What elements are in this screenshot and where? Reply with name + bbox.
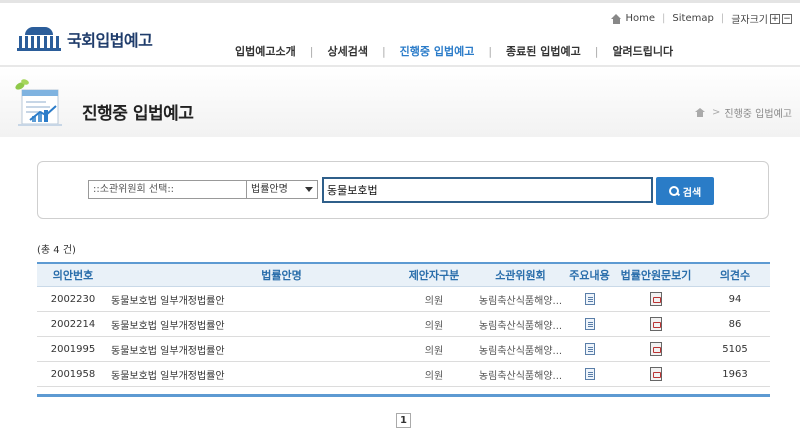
proposer: 의원: [424, 370, 444, 382]
utility-menu: Home | Sitemap | 글자크기 + −: [611, 11, 792, 26]
font-size-label: 글자크기: [731, 15, 768, 26]
table-bottom-rule: [37, 394, 770, 397]
proposer: 의원: [424, 345, 444, 357]
search-field-select-value: 법률안명: [251, 184, 288, 195]
document-chart-icon: [15, 79, 62, 126]
assembly-building-icon: [17, 27, 61, 51]
nav-item-ongoing[interactable]: 진행중 입법예고: [386, 43, 489, 59]
site-header: 국회입법예고 Home | Sitemap | 글자크기 + − 입법예고소개 …: [0, 3, 800, 65]
search-input[interactable]: [322, 177, 653, 203]
search-icon: [668, 185, 680, 197]
committee: 농림축산식품해양...: [478, 295, 563, 307]
results-table: 의안번호 법률안명 제안자구분 소관위원회 주요내용 법률안원문보기 의견수 2…: [37, 262, 770, 397]
page-title-band: 진행중 입법예고 > 진행중 입법예고: [0, 67, 800, 137]
sitemap-link[interactable]: Sitemap: [672, 13, 713, 24]
page-title: 진행중 입법예고: [82, 104, 194, 124]
opinion-count: 5105: [722, 343, 748, 355]
breadcrumb: > 진행중 입법예고: [695, 105, 792, 120]
bill-no: 2002214: [50, 318, 96, 330]
font-zoom-in-button[interactable]: +: [770, 13, 780, 24]
table-row[interactable]: 2002230 동물보호법 일부개정법률안 의원 농림축산식품해양... 94: [37, 287, 770, 312]
committee: 농림축산식품해양...: [478, 320, 563, 332]
opinion-count: 86: [728, 318, 742, 330]
nav-item-notice[interactable]: 알려드립니다: [598, 43, 687, 59]
logo-text: 국회입법예고: [67, 31, 153, 50]
proposer: 의원: [424, 295, 444, 307]
bill-title-link[interactable]: 동물보호법 일부개정법률안: [109, 367, 394, 382]
summary-doc-icon[interactable]: [584, 293, 595, 305]
col-summary: 주요내용: [569, 269, 610, 282]
nav-item-closed[interactable]: 종료된 입법예고: [492, 43, 595, 59]
nav-item-detail-search[interactable]: 상세검색: [313, 43, 381, 59]
committee: 농림축산식품해양...: [478, 345, 563, 357]
bill-no: 2001995: [50, 343, 96, 355]
table-row[interactable]: 2002214 동물보호법 일부개정법률안 의원 농림축산식품해양... 86: [37, 312, 770, 337]
committee-select-value: ::소관위원회 선택::: [93, 184, 175, 195]
search-field-select[interactable]: 법률안명: [246, 180, 318, 199]
table-header: 의안번호 법률안명 제안자구분 소관위원회 주요내용 법률안원문보기 의견수: [37, 262, 770, 287]
pdf-file-icon[interactable]: [650, 342, 662, 356]
col-opinions: 의견수: [719, 269, 751, 282]
table-row[interactable]: 2001958 동물보호법 일부개정법률안 의원 농림축산식품해양... 196…: [37, 362, 770, 387]
home-link[interactable]: Home: [625, 13, 655, 24]
main-nav: 입법예고소개 | 상세검색 | 진행중 입법예고 | 종료된 입법예고 | 알려…: [221, 43, 687, 59]
col-bill-no: 의안번호: [52, 269, 94, 282]
summary-doc-icon[interactable]: [584, 343, 595, 355]
bill-title-link[interactable]: 동물보호법 일부개정법률안: [109, 317, 394, 332]
bill-no: 2001958: [50, 368, 96, 380]
col-proposer: 제안자구분: [408, 269, 460, 282]
opinion-count: 94: [728, 293, 742, 305]
col-committee: 소관위원회: [495, 269, 546, 282]
bill-title-link[interactable]: 동물보호법 일부개정법률안: [109, 342, 394, 357]
search-button[interactable]: 검색: [656, 177, 714, 205]
site-logo[interactable]: 국회입법예고: [17, 26, 153, 52]
col-original: 법률안원문보기: [620, 269, 692, 282]
nav-item-intro[interactable]: 입법예고소개: [221, 43, 310, 59]
bill-title-link[interactable]: 동물보호법 일부개정법률안: [109, 292, 394, 307]
committee: 농림축산식품해양...: [478, 370, 563, 382]
breadcrumb-home-icon[interactable]: [695, 108, 706, 117]
breadcrumb-current: 진행중 입법예고: [724, 109, 792, 120]
chevron-down-icon: [305, 187, 313, 192]
summary-doc-icon[interactable]: [584, 318, 595, 330]
summary-doc-icon[interactable]: [584, 368, 595, 380]
bill-no: 2002230: [50, 293, 96, 305]
home-icon: [611, 13, 622, 24]
result-count: (총 4 건): [37, 245, 76, 256]
breadcrumb-separator: >: [712, 107, 721, 118]
table-row[interactable]: 2001995 동물보호법 일부개정법률안 의원 농림축산식품해양... 510…: [37, 337, 770, 362]
pdf-file-icon[interactable]: [650, 317, 662, 331]
font-zoom-out-button[interactable]: −: [782, 13, 792, 24]
proposer: 의원: [424, 320, 444, 332]
page-number-button[interactable]: 1: [396, 413, 411, 428]
search-panel: ::소관위원회 선택:: 법률안명 검색: [37, 161, 769, 219]
opinion-count: 1963: [722, 368, 748, 380]
search-button-label: 검색: [682, 187, 702, 199]
pdf-file-icon[interactable]: [650, 292, 662, 306]
pdf-file-icon[interactable]: [650, 367, 662, 381]
col-title: 법률안명: [261, 269, 302, 282]
